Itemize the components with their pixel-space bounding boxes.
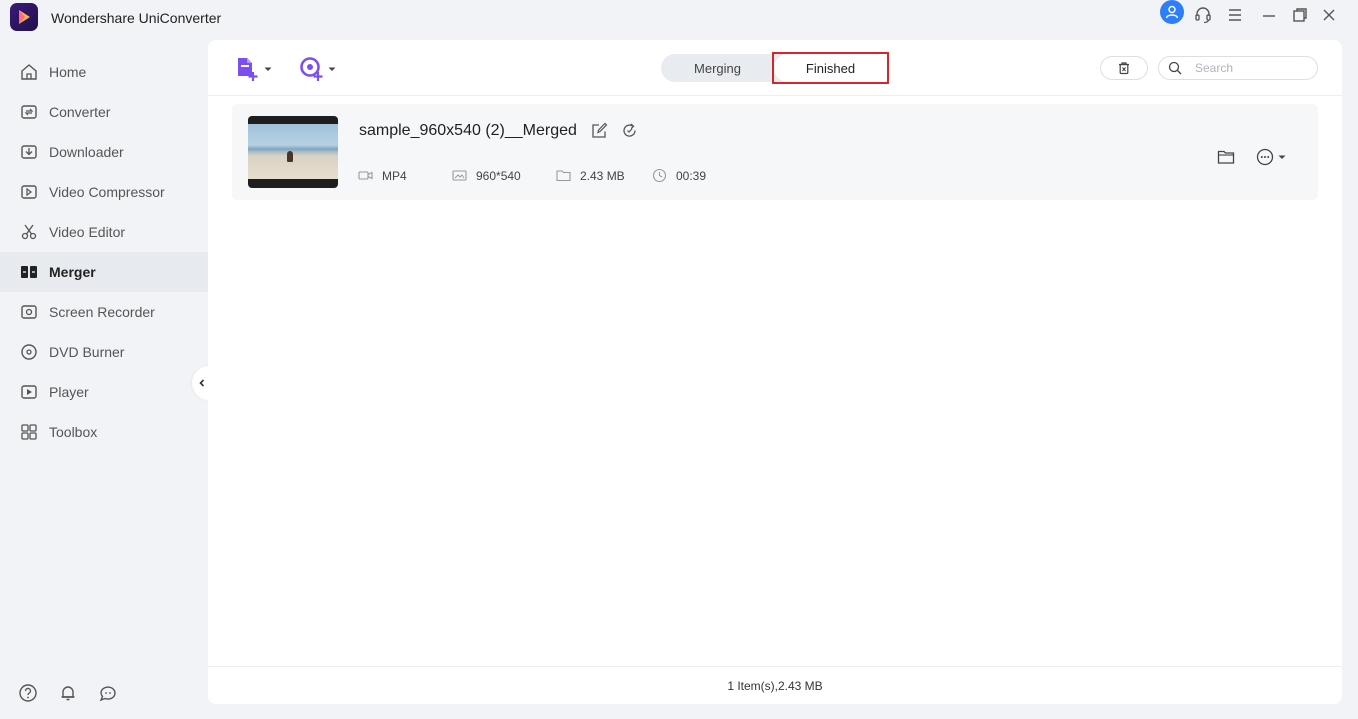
app-logo-icon	[10, 3, 38, 31]
sidebar-item-label: Video Editor	[49, 224, 126, 240]
converter-icon	[19, 102, 39, 122]
format-meta: MP4	[358, 168, 407, 183]
status-footer: 1 Item(s),2.43 MB	[208, 666, 1342, 704]
beach-scene-image	[248, 124, 338, 179]
clear-list-button[interactable]	[1100, 56, 1148, 80]
clock-icon	[652, 168, 667, 183]
thumbnail-figure	[287, 151, 293, 162]
size-meta: 2.43 MB	[556, 168, 625, 183]
main-panel: Merging Finished sample_960x540 (2)__Mer…	[208, 40, 1342, 704]
search-box	[1158, 56, 1318, 80]
add-from-device-button[interactable]	[298, 54, 337, 84]
download-icon	[19, 142, 39, 162]
sidebar-item-label: DVD Burner	[49, 344, 125, 360]
file-resolution: 960*540	[476, 168, 521, 183]
video-camera-icon	[358, 171, 373, 180]
chevron-left-icon	[199, 379, 205, 387]
add-file-icon	[238, 58, 258, 81]
title-bar: Wondershare UniConverter	[0, 0, 1358, 36]
sidebar-item-merger[interactable]: Merger	[0, 252, 208, 292]
duration-meta: 00:39	[652, 168, 706, 183]
sidebar-item-home[interactable]: Home	[0, 52, 208, 92]
sidebar-item-screen-recorder[interactable]: Screen Recorder	[0, 292, 208, 332]
sidebar-item-video-compressor[interactable]: Video Compressor	[0, 172, 208, 212]
tab-merging[interactable]: Merging	[661, 54, 774, 82]
more-dots-icon	[1256, 148, 1274, 166]
sidebar-item-label: Video Compressor	[49, 184, 165, 200]
sidebar-item-label: Toolbox	[49, 424, 98, 440]
file-size: 2.43 MB	[580, 168, 625, 183]
support-headset-icon[interactable]	[1190, 2, 1216, 28]
minimize-icon[interactable]	[1256, 2, 1282, 28]
chevron-down-icon	[264, 67, 272, 71]
sidebar-item-label: Converter	[49, 104, 111, 120]
sidebar-item-label: Home	[49, 64, 87, 80]
folder-icon	[556, 170, 571, 182]
sidebar-item-label: Screen Recorder	[49, 304, 155, 320]
scissors-icon	[19, 222, 39, 242]
app-title: Wondershare UniConverter	[51, 10, 222, 26]
file-item-card[interactable]: sample_960x540 (2)__Merged MP4 960*540 2…	[232, 104, 1318, 200]
refresh-icon[interactable]	[620, 121, 638, 139]
file-name: sample_960x540 (2)__Merged	[359, 122, 577, 139]
app-window: Wondershare UniConverter Home Converter	[0, 0, 1358, 719]
sidebar-item-label: Downloader	[49, 144, 124, 160]
close-icon[interactable]	[1316, 2, 1342, 28]
sidebar-item-label: Merger	[49, 264, 96, 280]
highlight-annotation	[772, 52, 889, 84]
merge-icon	[19, 262, 39, 282]
more-options-button[interactable]	[1256, 148, 1287, 166]
chevron-down-icon	[328, 67, 336, 71]
video-thumbnail[interactable]	[248, 116, 338, 188]
search-icon	[1168, 61, 1182, 75]
grid-icon	[19, 422, 39, 442]
sidebar-bottom-actions	[18, 683, 118, 703]
restore-icon[interactable]	[1287, 2, 1313, 28]
sidebar-item-video-editor[interactable]: Video Editor	[0, 212, 208, 252]
items-summary: 1 Item(s),2.43 MB	[727, 678, 823, 693]
add-device-icon	[300, 57, 323, 81]
open-folder-button[interactable]	[1217, 148, 1235, 166]
account-avatar-icon[interactable]	[1160, 0, 1184, 24]
folder-open-icon	[1217, 150, 1235, 164]
toolbar: Merging Finished	[208, 40, 1342, 96]
disc-icon	[19, 342, 39, 362]
play-icon	[19, 382, 39, 402]
file-duration: 00:39	[676, 168, 707, 183]
add-files-button[interactable]	[234, 54, 273, 84]
feedback-icon[interactable]	[98, 683, 118, 703]
home-icon	[19, 62, 39, 82]
sidebar-item-player[interactable]: Player	[0, 372, 208, 412]
search-input[interactable]	[1195, 61, 1305, 75]
sidebar-item-label: Player	[49, 384, 89, 400]
resolution-icon	[452, 170, 467, 181]
file-format: MP4	[382, 168, 407, 183]
sidebar-item-toolbox[interactable]: Toolbox	[0, 412, 208, 452]
menu-icon[interactable]	[1222, 2, 1248, 28]
notification-bell-icon[interactable]	[58, 683, 78, 703]
compress-icon	[19, 182, 39, 202]
sidebar: Home Converter Downloader Video Compress…	[0, 52, 208, 452]
sidebar-item-downloader[interactable]: Downloader	[0, 132, 208, 172]
sidebar-item-dvd-burner[interactable]: DVD Burner	[0, 332, 208, 372]
chevron-down-icon	[1278, 155, 1286, 159]
help-icon[interactable]	[18, 683, 38, 703]
sidebar-item-converter[interactable]: Converter	[0, 92, 208, 132]
rename-edit-icon[interactable]	[590, 121, 608, 139]
trash-icon	[1119, 62, 1129, 75]
resolution-meta: 960*540	[452, 168, 521, 183]
record-icon	[19, 302, 39, 322]
